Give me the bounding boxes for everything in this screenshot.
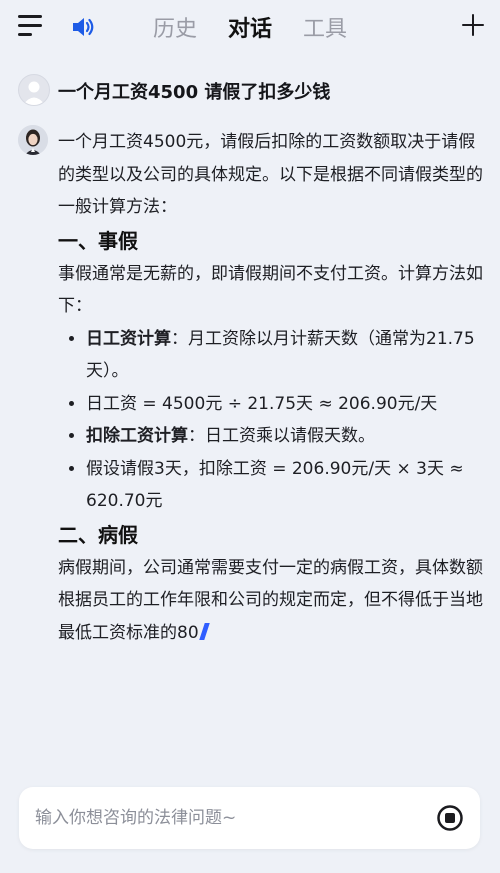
list-item: 日工资 = 4500元 ÷ 21.75天 ≈ 206.90元/天 <box>86 388 483 421</box>
tab-tools[interactable]: 工具 <box>303 11 347 43</box>
typing-cursor-icon <box>198 622 210 640</box>
tab-history[interactable]: 历史 <box>153 11 197 43</box>
list-item-bold: 日工资计算 <box>86 328 171 349</box>
question-input[interactable] <box>33 801 417 835</box>
section-heading-personal-leave: 一、事假 <box>58 228 138 253</box>
section-text-sick-leave-wrap: 病假期间，公司通常需要支付一定的病假工资，具体数额根据员工的工作年限和公司的规定… <box>58 552 483 650</box>
plus-icon[interactable] <box>462 14 484 36</box>
user-avatar <box>18 74 50 106</box>
list-item-text: 假设请假3天，扣除工资 = 206.90元/天 × 3天 ≈ 620.70元 <box>86 458 464 512</box>
list-item: 日工资计算：月工资除以月计薪天数（通常为21.75天）。 <box>86 323 483 388</box>
section-heading-sick-leave: 二、病假 <box>58 522 138 547</box>
input-bar <box>19 787 480 849</box>
assistant-answer: 一个月工资4500元，请假后扣除的工资数额取决于请假的类型以及公司的具体规定。以… <box>58 126 483 649</box>
assistant-avatar <box>18 125 48 155</box>
tab-bar: 历史 对话 工具 <box>0 0 500 52</box>
section-text-personal-leave: 事假通常是无薪的，即请假期间不支付工资。计算方法如下： <box>58 263 483 317</box>
top-bar: 历史 对话 工具 <box>0 0 500 52</box>
user-message-row: 一个月工资4500 请假了扣多少钱 <box>18 74 488 106</box>
calculation-list: 日工资计算：月工资除以月计薪天数（通常为21.75天）。 日工资 = 4500元… <box>58 323 483 518</box>
stop-record-icon[interactable] <box>436 804 464 832</box>
tab-chat[interactable]: 对话 <box>228 11 272 43</box>
section-text-sick-leave: 病假期间，公司通常需要支付一定的病假工资，具体数额根据员工的工作年限和公司的规定… <box>58 557 483 643</box>
user-message: 一个月工资4500 请假了扣多少钱 <box>58 82 331 103</box>
list-item-bold: 扣除工资计算 <box>86 426 188 446</box>
answer-intro: 一个月工资4500元，请假后扣除的工资数额取决于请假的类型以及公司的具体规定。以… <box>58 132 483 217</box>
list-item-text: ：日工资乘以请假天数。 <box>188 426 375 446</box>
user-silhouette-icon <box>23 81 45 105</box>
list-item-text: 日工资 = 4500元 ÷ 21.75天 ≈ 206.90元/天 <box>86 393 438 414</box>
list-item: 假设请假3天，扣除工资 = 206.90元/天 × 3天 ≈ 620.70元 <box>86 453 483 518</box>
list-item: 扣除工资计算：日工资乘以请假天数。 <box>86 420 483 453</box>
